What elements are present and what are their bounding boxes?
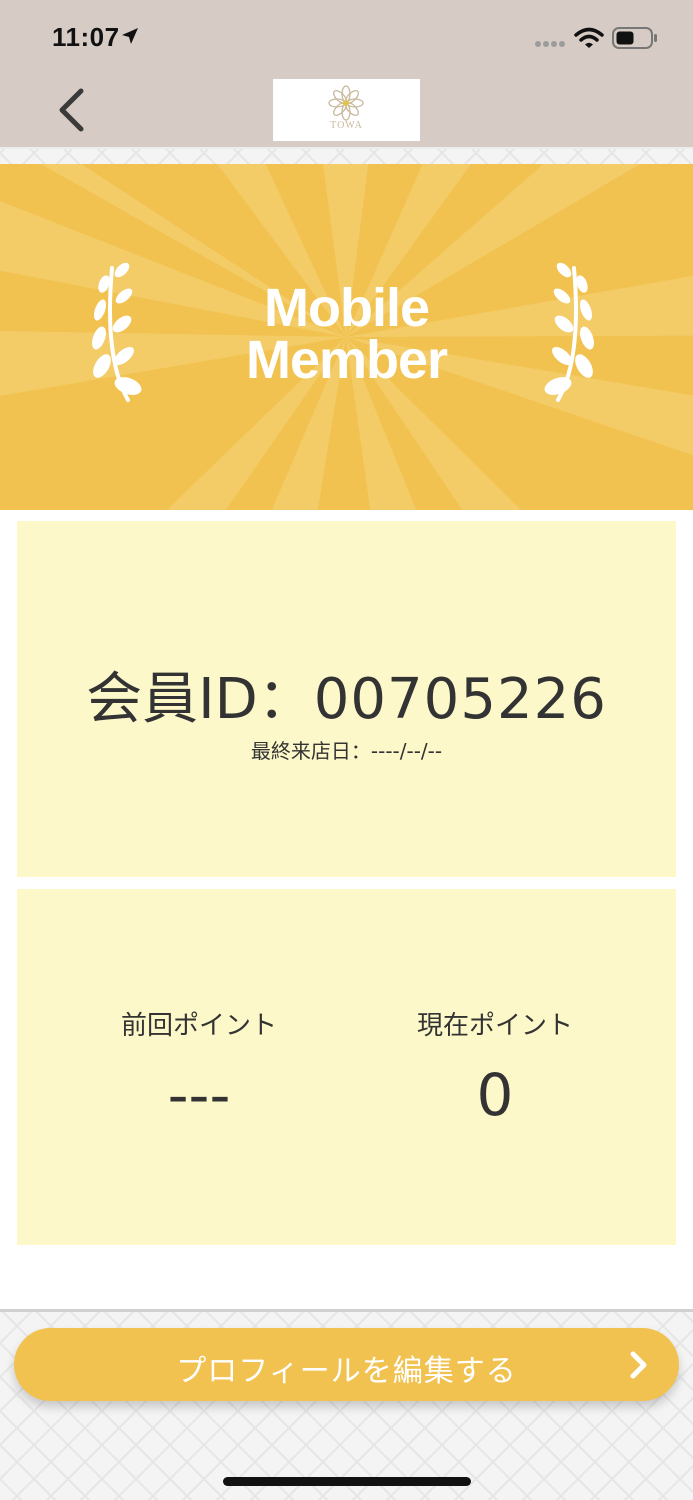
bottom-divider bbox=[0, 1309, 693, 1312]
current-points-value: 0 bbox=[476, 1061, 514, 1129]
nav-divider bbox=[0, 147, 693, 149]
member-id: 会員ID：00705226 bbox=[17, 654, 676, 735]
member-id-card: 会員ID：00705226 最終来店日：----/--/-- bbox=[17, 521, 676, 877]
home-indicator[interactable] bbox=[223, 1477, 471, 1486]
signal-icon bbox=[535, 41, 565, 47]
location-arrow-icon bbox=[122, 28, 138, 44]
clock: 11:07 bbox=[52, 22, 120, 52]
points-card: 前回ポイント --- 現在ポイント 0 bbox=[17, 889, 676, 1245]
chevron-right-icon bbox=[630, 1351, 647, 1379]
back-chevron-icon[interactable] bbox=[56, 88, 86, 132]
wifi-icon bbox=[574, 27, 604, 48]
flower-icon bbox=[328, 85, 364, 121]
status-bar: 11:07 TOWA bbox=[0, 0, 693, 147]
edit-profile-button[interactable]: プロフィールを編集する bbox=[14, 1328, 679, 1401]
battery-icon bbox=[612, 27, 657, 49]
previous-points-value: --- bbox=[167, 1061, 231, 1129]
banner-title-line1: Mobile bbox=[264, 278, 430, 338]
brand-logo: TOWA bbox=[273, 79, 420, 141]
member-id-label: 会員ID： bbox=[86, 667, 314, 732]
logo-text: TOWA bbox=[330, 120, 363, 131]
member-banner: Mobile Member bbox=[0, 164, 693, 510]
last-visit-date: 最終来店日：----/--/-- bbox=[250, 739, 443, 763]
banner-title-line2: Member bbox=[245, 330, 448, 390]
member-id-value: 00705226 bbox=[313, 667, 607, 732]
edit-profile-label: プロフィールを編集する bbox=[176, 1354, 517, 1389]
previous-points-label: 前回ポイント bbox=[120, 1011, 277, 1041]
current-points-label: 現在ポイント bbox=[416, 1011, 573, 1041]
banner-title: Mobile Member bbox=[0, 278, 693, 390]
